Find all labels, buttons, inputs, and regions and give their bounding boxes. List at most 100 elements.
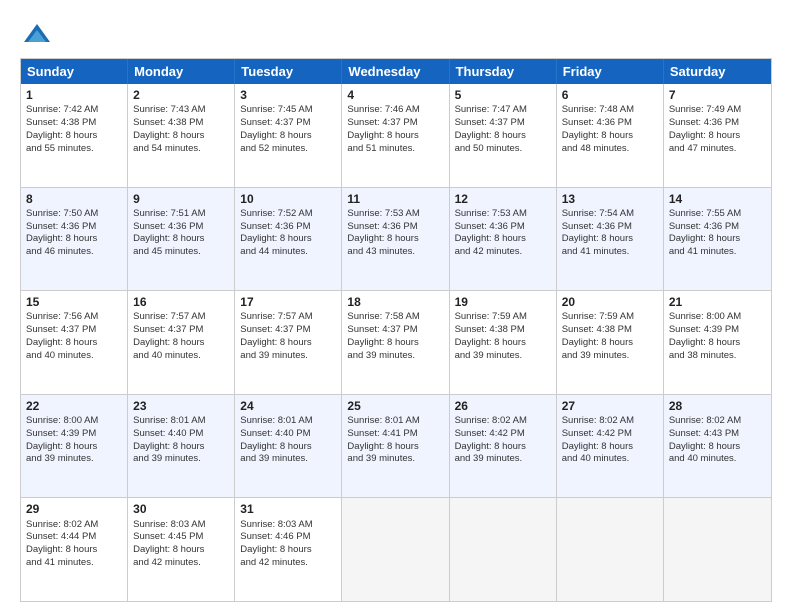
logo: [20, 20, 52, 50]
day-info-line: Daylight: 8 hours: [669, 337, 766, 350]
day-info-line: Sunrise: 7:56 AM: [26, 311, 122, 324]
day-info-line: Sunset: 4:42 PM: [455, 428, 551, 441]
day-info-line: Daylight: 8 hours: [669, 130, 766, 143]
day-info-line: Sunrise: 8:01 AM: [133, 415, 229, 428]
day-info-line: Sunrise: 7:57 AM: [133, 311, 229, 324]
day-info-line: Sunrise: 7:45 AM: [240, 104, 336, 117]
day-info-line: Sunrise: 7:52 AM: [240, 208, 336, 221]
day-info-line: and 39 minutes.: [562, 350, 658, 363]
day-info-line: Daylight: 8 hours: [133, 337, 229, 350]
day-info-line: and 52 minutes.: [240, 143, 336, 156]
day-of-week-sunday: Sunday: [21, 59, 128, 84]
day-info-line: Sunrise: 7:53 AM: [455, 208, 551, 221]
page: SundayMondayTuesdayWednesdayThursdayFrid…: [0, 0, 792, 612]
day-info-line: and 55 minutes.: [26, 143, 122, 156]
day-info-line: Sunrise: 7:57 AM: [240, 311, 336, 324]
day-info-line: Sunset: 4:36 PM: [26, 221, 122, 234]
day-info-line: Sunset: 4:40 PM: [133, 428, 229, 441]
day-cell-31: 31Sunrise: 8:03 AMSunset: 4:46 PMDayligh…: [235, 498, 342, 601]
day-cell-12: 12Sunrise: 7:53 AMSunset: 4:36 PMDayligh…: [450, 188, 557, 291]
day-number: 8: [26, 191, 122, 207]
day-info-line: Sunrise: 8:01 AM: [240, 415, 336, 428]
day-info-line: Sunrise: 8:03 AM: [133, 519, 229, 532]
calendar-row-2: 15Sunrise: 7:56 AMSunset: 4:37 PMDayligh…: [21, 290, 771, 394]
day-number: 22: [26, 398, 122, 414]
day-cell-8: 8Sunrise: 7:50 AMSunset: 4:36 PMDaylight…: [21, 188, 128, 291]
day-info-line: and 39 minutes.: [347, 453, 443, 466]
day-info-line: Daylight: 8 hours: [455, 441, 551, 454]
day-cell-27: 27Sunrise: 8:02 AMSunset: 4:42 PMDayligh…: [557, 395, 664, 498]
day-info-line: Daylight: 8 hours: [562, 233, 658, 246]
day-number: 14: [669, 191, 766, 207]
day-info-line: Sunrise: 8:03 AM: [240, 519, 336, 532]
day-info-line: Sunset: 4:46 PM: [240, 531, 336, 544]
day-number: 29: [26, 501, 122, 517]
day-info-line: and 39 minutes.: [455, 453, 551, 466]
day-cell-6: 6Sunrise: 7:48 AMSunset: 4:36 PMDaylight…: [557, 84, 664, 187]
day-info-line: Sunrise: 7:47 AM: [455, 104, 551, 117]
day-number: 28: [669, 398, 766, 414]
day-info-line: Sunset: 4:38 PM: [562, 324, 658, 337]
day-info-line: and 39 minutes.: [133, 453, 229, 466]
day-info-line: Daylight: 8 hours: [26, 233, 122, 246]
day-info-line: Daylight: 8 hours: [26, 337, 122, 350]
empty-cell: [342, 498, 449, 601]
day-number: 12: [455, 191, 551, 207]
day-info-line: Daylight: 8 hours: [240, 441, 336, 454]
day-info-line: Sunrise: 7:42 AM: [26, 104, 122, 117]
day-info-line: Daylight: 8 hours: [455, 130, 551, 143]
day-info-line: and 46 minutes.: [26, 246, 122, 259]
day-info-line: Daylight: 8 hours: [240, 337, 336, 350]
day-info-line: Sunset: 4:36 PM: [240, 221, 336, 234]
day-of-week-friday: Friday: [557, 59, 664, 84]
day-info-line: Daylight: 8 hours: [240, 130, 336, 143]
day-number: 13: [562, 191, 658, 207]
day-of-week-tuesday: Tuesday: [235, 59, 342, 84]
day-info-line: and 47 minutes.: [669, 143, 766, 156]
day-info-line: and 40 minutes.: [562, 453, 658, 466]
day-info-line: and 42 minutes.: [133, 557, 229, 570]
day-of-week-monday: Monday: [128, 59, 235, 84]
day-number: 9: [133, 191, 229, 207]
day-info-line: and 43 minutes.: [347, 246, 443, 259]
day-info-line: Daylight: 8 hours: [669, 233, 766, 246]
day-info-line: and 42 minutes.: [240, 557, 336, 570]
day-info-line: Daylight: 8 hours: [133, 130, 229, 143]
day-of-week-thursday: Thursday: [450, 59, 557, 84]
day-number: 26: [455, 398, 551, 414]
day-number: 10: [240, 191, 336, 207]
day-info-line: Sunset: 4:38 PM: [455, 324, 551, 337]
day-cell-4: 4Sunrise: 7:46 AMSunset: 4:37 PMDaylight…: [342, 84, 449, 187]
day-info-line: Daylight: 8 hours: [455, 337, 551, 350]
day-info-line: and 41 minutes.: [562, 246, 658, 259]
logo-icon: [22, 20, 52, 50]
day-cell-19: 19Sunrise: 7:59 AMSunset: 4:38 PMDayligh…: [450, 291, 557, 394]
day-info-line: Sunrise: 7:43 AM: [133, 104, 229, 117]
day-info-line: and 39 minutes.: [455, 350, 551, 363]
day-info-line: Sunset: 4:36 PM: [562, 221, 658, 234]
day-number: 7: [669, 87, 766, 103]
day-cell-29: 29Sunrise: 8:02 AMSunset: 4:44 PMDayligh…: [21, 498, 128, 601]
day-number: 20: [562, 294, 658, 310]
day-cell-5: 5Sunrise: 7:47 AMSunset: 4:37 PMDaylight…: [450, 84, 557, 187]
day-cell-28: 28Sunrise: 8:02 AMSunset: 4:43 PMDayligh…: [664, 395, 771, 498]
day-info-line: Sunrise: 8:00 AM: [26, 415, 122, 428]
day-info-line: Sunrise: 7:59 AM: [455, 311, 551, 324]
day-info-line: Daylight: 8 hours: [347, 441, 443, 454]
day-info-line: Sunrise: 8:02 AM: [26, 519, 122, 532]
day-info-line: Sunset: 4:37 PM: [133, 324, 229, 337]
day-number: 11: [347, 191, 443, 207]
day-number: 16: [133, 294, 229, 310]
day-info-line: Sunrise: 8:02 AM: [455, 415, 551, 428]
day-info-line: Daylight: 8 hours: [26, 544, 122, 557]
day-info-line: Sunset: 4:37 PM: [347, 117, 443, 130]
day-info-line: Daylight: 8 hours: [133, 233, 229, 246]
day-info-line: Sunset: 4:37 PM: [455, 117, 551, 130]
day-cell-17: 17Sunrise: 7:57 AMSunset: 4:37 PMDayligh…: [235, 291, 342, 394]
day-cell-30: 30Sunrise: 8:03 AMSunset: 4:45 PMDayligh…: [128, 498, 235, 601]
day-cell-23: 23Sunrise: 8:01 AMSunset: 4:40 PMDayligh…: [128, 395, 235, 498]
day-cell-18: 18Sunrise: 7:58 AMSunset: 4:37 PMDayligh…: [342, 291, 449, 394]
day-info-line: and 40 minutes.: [133, 350, 229, 363]
day-cell-24: 24Sunrise: 8:01 AMSunset: 4:40 PMDayligh…: [235, 395, 342, 498]
day-info-line: Daylight: 8 hours: [240, 233, 336, 246]
